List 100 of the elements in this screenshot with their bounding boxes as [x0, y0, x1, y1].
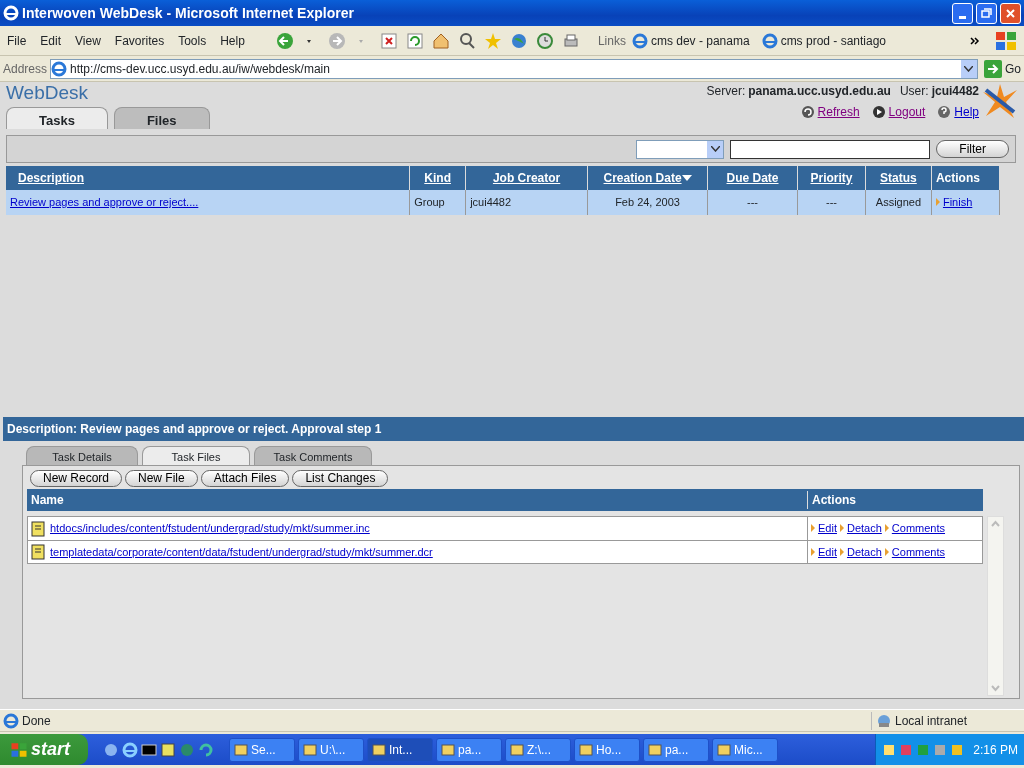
action-button[interactable]: Attach Files — [200, 470, 290, 487]
link-item[interactable]: cms dev - panama — [631, 31, 750, 50]
dropdown-button[interactable] — [961, 59, 977, 78]
table-cell: --- — [826, 196, 837, 208]
taskbar-button[interactable]: U:\... — [298, 737, 364, 762]
chevron-down-icon — [964, 65, 974, 72]
menu-item[interactable]: Help — [213, 31, 252, 50]
tab[interactable]: Task Comments — [254, 446, 372, 465]
action-link[interactable]: Edit — [818, 543, 837, 560]
task-link[interactable]: Review pages and approve or reject.... — [10, 196, 199, 208]
app-logo: WebDesk — [6, 82, 89, 104]
tab[interactable]: Task Details — [26, 446, 138, 465]
links-label: Links — [597, 32, 626, 50]
taskbar-button[interactable]: Int... — [367, 737, 433, 762]
restore-button[interactable] — [976, 2, 997, 24]
sort-descending-icon[interactable] — [681, 175, 692, 183]
tab[interactable]: Tasks — [6, 107, 108, 129]
window-icon — [648, 742, 662, 757]
status-text: Done — [22, 712, 52, 730]
arrow-icon — [884, 524, 889, 533]
globe-icon[interactable] — [509, 31, 528, 50]
header-link[interactable]: Refresh — [817, 103, 860, 121]
action-button[interactable]: New Record — [30, 470, 123, 487]
window-icon — [441, 742, 455, 757]
column-header[interactable]: Kind — [424, 171, 451, 185]
terminal-icon[interactable] — [141, 741, 157, 758]
home-icon[interactable] — [431, 31, 450, 50]
action-link[interactable]: Comments — [891, 520, 945, 537]
tab[interactable]: Task Files — [142, 446, 250, 465]
window-icon — [717, 742, 731, 757]
refresh-icon[interactable] — [405, 31, 424, 50]
arrow-right-icon — [984, 59, 1002, 78]
window-title: Interwoven WebDesk - Microsoft Internet Explorer — [22, 3, 355, 23]
refresh-icon — [800, 105, 815, 119]
column-header[interactable]: Due Date — [726, 171, 779, 185]
file-icon — [31, 520, 47, 537]
taskbar-button[interactable]: Se... — [229, 737, 295, 762]
close-button[interactable] — [1000, 2, 1021, 24]
server-label: Server: — [706, 83, 746, 100]
star-icon[interactable] — [483, 31, 502, 50]
stop-icon[interactable] — [379, 31, 398, 50]
history-icon[interactable] — [535, 31, 554, 50]
menu-item[interactable]: Favorites — [107, 31, 172, 50]
swirl-icon[interactable] — [198, 741, 214, 758]
back-icon[interactable] — [275, 31, 294, 50]
go-button[interactable]: Go — [984, 59, 1021, 78]
finish-link[interactable]: Finish — [942, 196, 973, 208]
browser-icon — [3, 5, 19, 21]
table-cell: Feb 24, 2003 — [615, 196, 680, 208]
column-header[interactable]: Status — [880, 171, 917, 185]
minimize-button[interactable] — [952, 2, 973, 24]
column-header[interactable]: Creation Date — [603, 171, 682, 185]
arrow-icon — [935, 198, 940, 206]
taskbar-button[interactable]: pa... — [643, 737, 709, 762]
forward-icon[interactable] — [327, 31, 346, 50]
action-link[interactable]: Detach — [846, 520, 882, 537]
address-label: Address — [3, 60, 48, 78]
filter-input[interactable] — [730, 139, 931, 159]
taskbar-button[interactable]: pa... — [436, 737, 502, 762]
column-header: Actions — [807, 491, 856, 509]
zone-text: Local intranet — [895, 712, 968, 730]
taskbar-button[interactable]: Z:\... — [505, 737, 571, 762]
taskbar-button[interactable]: Ho... — [574, 737, 640, 762]
scrollbar[interactable] — [987, 516, 1004, 696]
start-button[interactable]: start — [0, 734, 88, 765]
action-link[interactable]: Comments — [891, 543, 945, 560]
browser-icon[interactable] — [122, 741, 138, 758]
browser-icon — [51, 60, 68, 77]
window-icon — [234, 742, 248, 757]
filter-button[interactable]: Filter — [936, 140, 1009, 158]
column-header[interactable]: Priority — [810, 171, 853, 185]
table-cell: Group — [414, 196, 445, 208]
chevron-icon[interactable] — [970, 35, 980, 46]
table-cell: Assigned — [875, 196, 922, 208]
link-item[interactable]: cms prod - santiago — [761, 31, 886, 50]
taskbar-button[interactable]: Mic... — [712, 737, 778, 762]
column-header[interactable]: Job Creator — [492, 171, 561, 185]
server-name: panama.ucc.usyd.edu.au — [748, 83, 891, 100]
page-icon — [3, 712, 19, 729]
column-header[interactable]: Description — [18, 171, 84, 185]
arrow-icon — [839, 547, 844, 556]
header-link[interactable]: Logout — [888, 103, 926, 121]
address-field[interactable]: http://cms-dev.ucc.usyd.edu.au/iw/webdesk/main — [50, 58, 978, 79]
search-icon[interactable] — [457, 31, 476, 50]
network-icon — [876, 712, 892, 729]
action-link[interactable]: Detach — [846, 543, 882, 560]
action-button[interactable]: List Changes — [292, 470, 389, 487]
filter-dropdown[interactable] — [636, 139, 725, 159]
menu-item[interactable]: View — [68, 31, 108, 50]
printer-icon[interactable] — [561, 31, 580, 50]
header-link[interactable]: Help — [954, 103, 979, 121]
menu-item[interactable]: File — [0, 31, 34, 50]
action-link[interactable]: Edit — [818, 520, 837, 537]
action-button[interactable]: New File — [125, 470, 198, 487]
tab[interactable]: Files — [113, 107, 210, 129]
windows-logo-icon — [10, 740, 28, 759]
task-row[interactable]: Review pages and approve or reject.... Group jcui4482 Feb 24, 2003 --- --- Assigned Finish — [6, 190, 1000, 215]
menu-item[interactable]: Edit — [33, 31, 69, 50]
globe-icon[interactable] — [103, 741, 119, 758]
menu-item[interactable]: Tools — [171, 31, 214, 50]
